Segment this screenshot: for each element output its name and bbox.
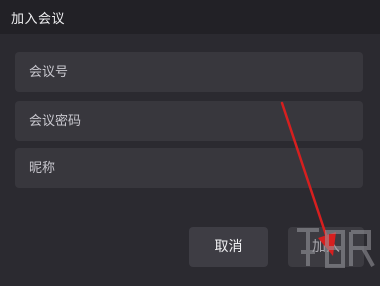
- cancel-button[interactable]: 取消: [189, 227, 268, 267]
- dialog-title: 加入会议: [11, 12, 66, 27]
- join-meeting-dialog: 加入会议 取消 加入: [0, 0, 380, 286]
- meeting-id-input[interactable]: [15, 52, 363, 92]
- title-bar: 加入会议: [0, 0, 380, 34]
- join-button[interactable]: 加入: [288, 227, 364, 267]
- nickname-input[interactable]: [15, 148, 363, 188]
- meeting-password-input[interactable]: [15, 101, 363, 141]
